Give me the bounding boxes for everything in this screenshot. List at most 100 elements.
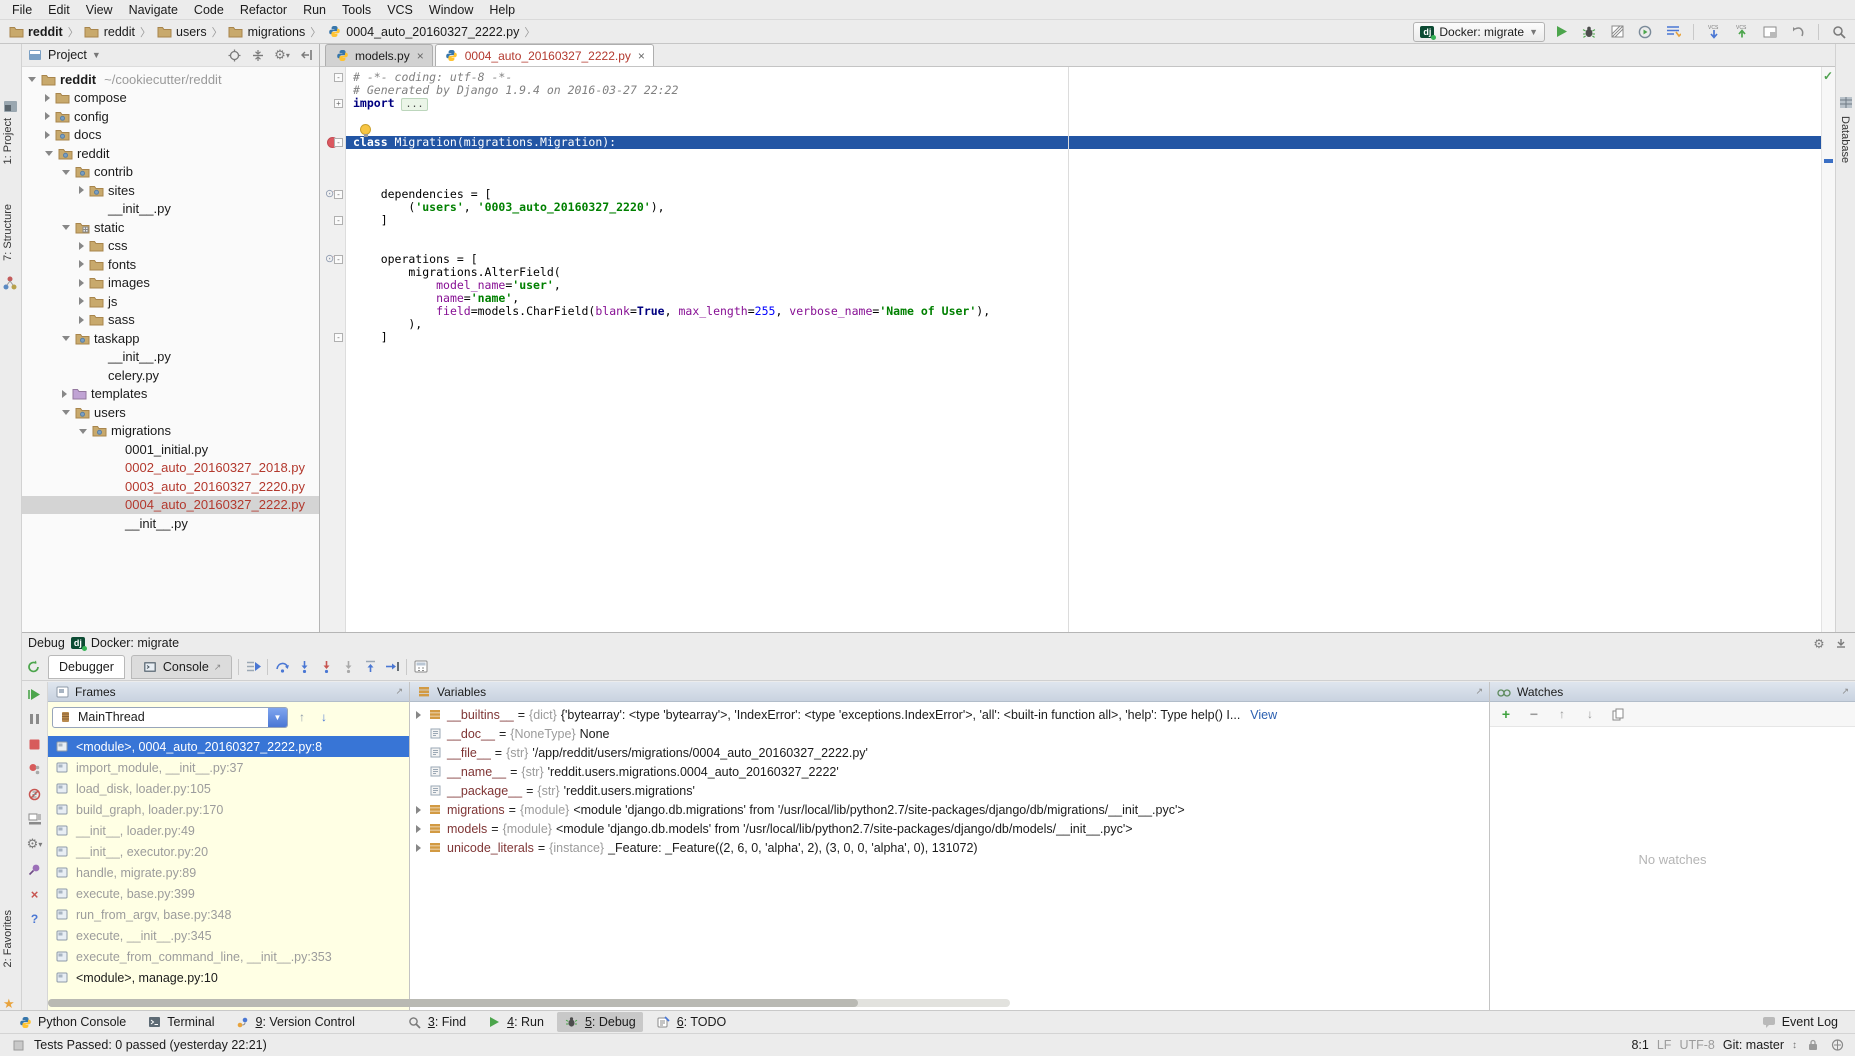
tree-item-sites[interactable]: sites [22,181,319,200]
show-execution-point-button[interactable] [245,659,261,675]
move-up-button[interactable]: ↑ [1554,706,1570,722]
duplicate-button[interactable] [1610,706,1626,722]
settings-gear-button[interactable]: ⚙▾ [274,47,290,63]
collapse-arrow-icon[interactable] [45,131,50,139]
horizontal-scrollbar[interactable] [48,999,1010,1007]
project-toolwindow-icon[interactable] [3,100,18,113]
expand-arrow-icon[interactable] [416,806,421,814]
stop-button[interactable] [27,736,43,752]
tree-item-0002-auto-20160327-2018-py[interactable]: 0002_auto_20160327_2018.py [22,459,319,478]
thread-dropdown-button[interactable]: ▼ [268,708,287,727]
run-task-list-button[interactable] [1665,24,1681,40]
expand-arrow-icon[interactable] [416,711,421,719]
tree-item-css[interactable]: css [22,237,319,256]
code-line[interactable]: migrations.AlterField( [346,266,1821,279]
fold-marker-icon[interactable]: + [334,99,343,108]
locate-button[interactable] [226,47,242,63]
collapse-arrow-icon[interactable] [79,242,84,250]
code-line[interactable]: import ... [346,97,1821,110]
code-line[interactable]: model_name='user', [346,279,1821,292]
toolwindow-button-terminal[interactable]: Terminal [139,1012,221,1032]
tree-item-docs[interactable]: docs [22,126,319,145]
tree-item-init-py[interactable]: __init__.py [22,348,319,367]
menu-window[interactable]: Window [421,1,481,19]
tree-item-taskapp[interactable]: taskapp [22,329,319,348]
menu-file[interactable]: File [4,1,40,19]
menu-help[interactable]: Help [481,1,523,19]
tree-item-sass[interactable]: sass [22,311,319,330]
status-message[interactable]: Tests Passed: 0 passed (yesterday 22:21) [34,1038,267,1052]
run-config-select[interactable]: dj Docker: migrate ▼ [1413,22,1545,42]
run-to-cursor-button[interactable] [384,659,400,675]
help-button[interactable]: ? [27,911,43,927]
code-line[interactable]: ), [346,318,1821,331]
step-into-button[interactable] [296,659,312,675]
expand-arrow-icon[interactable] [79,429,87,434]
code-line[interactable]: field=models.CharField(blank=True, max_l… [346,305,1821,318]
hector-inspector-icon[interactable] [1829,1037,1845,1053]
tree-item-config[interactable]: config [22,107,319,126]
fold-marker-icon[interactable]: - [334,73,343,82]
tree-item-compose[interactable]: compose [22,89,319,108]
toolwindow-button-todo[interactable]: 6: TODO [649,1012,734,1032]
coverage-button[interactable] [1609,24,1625,40]
editor-scrollbar[interactable]: ✓ [1821,67,1835,632]
sidebar-item-structure[interactable]: 7: Structure [2,204,14,261]
view-value-link[interactable]: View [1250,708,1277,722]
code-line[interactable]: # Generated by Django 1.9.4 on 2016-03-2… [346,84,1821,97]
variable-row-migrations[interactable]: migrations = {module}<module 'django.db.… [410,800,1489,819]
stack-frame-row[interactable]: execute_from_command_line, __init__.py:3… [48,946,409,967]
code-line[interactable] [346,227,1821,240]
database-toolwindow-icon[interactable] [1839,96,1853,109]
toolwindow-button-debug[interactable]: 5: Debug [557,1012,643,1032]
rerun-button[interactable] [26,659,42,675]
menu-navigate[interactable]: Navigate [121,1,186,19]
expand-arrow-icon[interactable] [62,336,70,341]
collapse-arrow-icon[interactable] [62,390,67,398]
move-down-button[interactable]: ↓ [1582,706,1598,722]
vcs-update-button[interactable]: VCS [1706,24,1722,40]
tree-item-images[interactable]: images [22,274,319,293]
code-editor[interactable]: # -*- coding: utf-8 -*-# Generated by Dj… [346,67,1821,632]
collapse-arrow-icon[interactable] [45,112,50,120]
breadcrumb-users[interactable]: users [156,24,207,40]
variable-row-models[interactable]: models = {module}<module 'django.db.mode… [410,819,1489,838]
menu-tools[interactable]: Tools [334,1,379,19]
resume-button[interactable] [27,686,43,702]
debug-tab-debugger[interactable]: Debugger [48,655,125,679]
project-panel-title[interactable]: Project [48,48,87,62]
tree-item-templates[interactable]: templates [22,385,319,404]
pin-button[interactable] [27,861,43,877]
fold-marker-icon[interactable]: - [334,333,343,342]
breadcrumb-0004-auto-20160327-2222-py[interactable]: 0004_auto_20160327_2222.py [326,24,519,40]
collapse-arrow-icon[interactable] [45,94,50,102]
vcs-branch[interactable]: Git: master [1723,1038,1784,1052]
editor-tab-models-py[interactable]: models.py× [325,44,433,66]
thread-selector[interactable]: MainThread ▼ [52,707,288,728]
float-panel-icon[interactable]: ↗ [395,686,403,697]
code-line[interactable] [346,110,1821,123]
debug-settings-gear-icon[interactable]: ⚙ [1811,635,1827,651]
step-out-button[interactable] [362,659,378,675]
add-watch-button[interactable]: + [1498,706,1514,722]
collapse-arrow-icon[interactable] [79,260,84,268]
stack-frame-row[interactable]: import_module, __init__.py:37 [48,757,409,778]
tree-item-js[interactable]: js [22,292,319,311]
stack-frame-row[interactable]: <module>, 0004_auto_20160327_2222.py:8 [48,736,409,757]
tree-item-0001-initial-py[interactable]: 0001_initial.py [22,440,319,459]
view-breakpoints-button[interactable] [27,761,43,777]
toolwindow-button-find[interactable]: 3: Find [400,1012,473,1032]
tree-item-init-py[interactable]: __init__.py [22,514,319,533]
expand-arrow-icon[interactable] [45,151,53,156]
stack-frame-row[interactable]: run_from_argv, base.py:348 [48,904,409,925]
stack-frame-row[interactable]: <module>, manage.py:10 [48,967,409,988]
vcs-commit-button[interactable]: VCS [1734,24,1750,40]
project-view-dropdown[interactable]: ▼ [92,50,101,60]
stack-frame-row[interactable]: execute, base.py:399 [48,883,409,904]
menu-view[interactable]: View [78,1,121,19]
restore-layout-button[interactable] [27,811,43,827]
sidebar-item-database[interactable]: Database [1839,116,1851,163]
code-line[interactable]: class Migration(migrations.Migration): [346,136,1821,149]
collapse-arrow-icon[interactable] [79,297,84,305]
code-line[interactable] [346,149,1821,162]
